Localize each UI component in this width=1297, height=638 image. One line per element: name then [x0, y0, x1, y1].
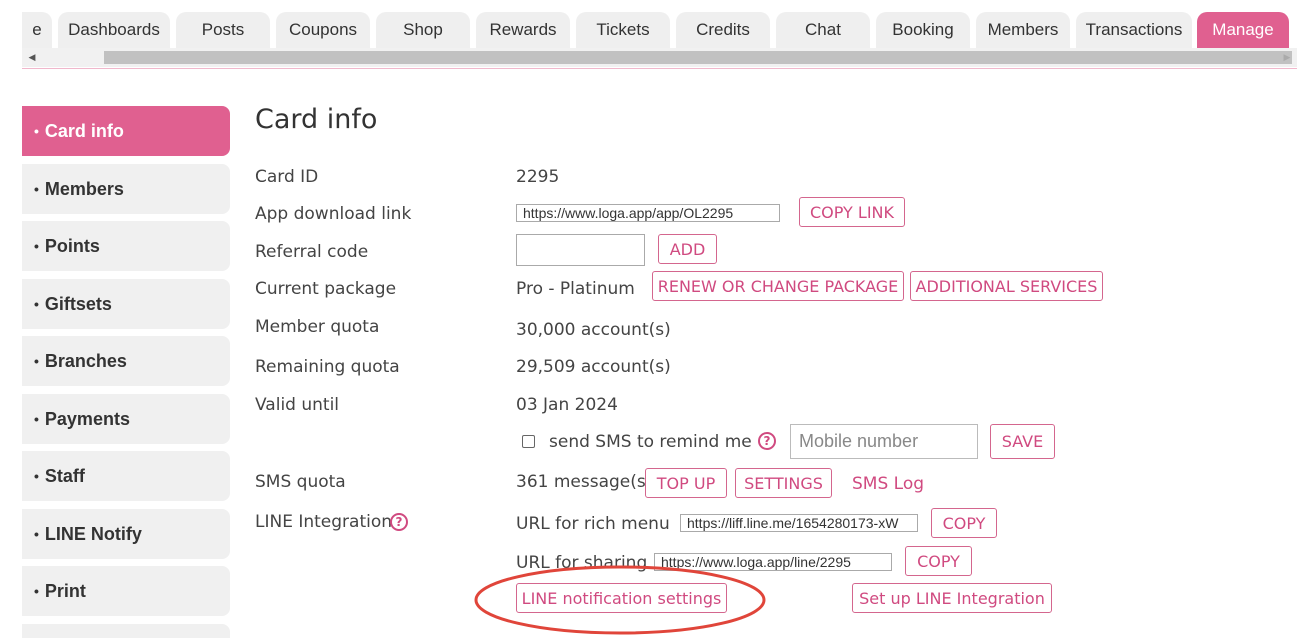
valid-until-label: Valid until [255, 395, 340, 415]
sidebar-item-label: Print [44, 580, 86, 601]
line-notification-settings-button[interactable]: LINE notification settings [516, 583, 727, 613]
sidebar-item-label: Staff [44, 465, 85, 486]
sidebar-item-label: Payments [44, 408, 130, 429]
package-value: Pro - Platinum [516, 279, 635, 299]
sidebar-item-print[interactable]: • Print [22, 566, 230, 616]
tab-coupons[interactable]: Coupons [276, 12, 370, 48]
sidebar-item-label: Branches [44, 350, 127, 371]
setup-line-integration-button[interactable]: Set up LINE Integration [852, 583, 1052, 613]
bullet-icon: • [34, 411, 39, 427]
sidebar-item-members[interactable]: • Members [22, 164, 230, 214]
tab-booking[interactable]: Booking [876, 12, 970, 48]
sidebar-item-card-info[interactable]: • Card info [22, 106, 230, 156]
line-integration-label: LINE Integration [255, 512, 393, 532]
tab-chat[interactable]: Chat [776, 12, 870, 48]
save-button[interactable]: SAVE [990, 424, 1055, 459]
referral-label: Referral code [255, 242, 369, 262]
card-id-value: 2295 [516, 167, 560, 187]
additional-services-button[interactable]: ADDITIONAL SERVICES [910, 271, 1103, 301]
remaining-quota-value: 29,509 account(s) [516, 357, 671, 377]
bullet-icon: • [34, 296, 39, 312]
tab-posts[interactable]: Posts [176, 12, 270, 48]
page-title: Card info [255, 104, 378, 135]
sidebar-item-line-notify[interactable]: • LINE Notify [22, 509, 230, 559]
bullet-icon: • [34, 181, 39, 197]
sidebar-item-staff[interactable]: • Staff [22, 451, 230, 501]
sidebar-item-label: Giftsets [44, 293, 112, 314]
copy-link-button[interactable]: COPY LINK [799, 197, 905, 227]
sidebar-item-label: Members [44, 178, 124, 199]
sidebar-item-label: Points [44, 235, 100, 256]
sidebar-item-giftsets[interactable]: • Giftsets [22, 279, 230, 329]
card-id-label: Card ID [255, 167, 319, 187]
referral-code-input[interactable] [516, 234, 645, 266]
bullet-icon: • [34, 583, 39, 599]
tab-scrollbar[interactable]: ◀ ▶ [22, 48, 1297, 67]
copy-sharing-button[interactable]: COPY [905, 546, 972, 576]
scroll-left-icon[interactable]: ◀ [22, 48, 42, 67]
valid-until-value: 03 Jan 2024 [516, 395, 618, 415]
package-label: Current package [255, 279, 397, 299]
tab-shop[interactable]: Shop [376, 12, 470, 48]
top-up-button[interactable]: TOP UP [645, 468, 727, 498]
sidebar-item-label: Card info [44, 120, 124, 141]
renew-package-button[interactable]: RENEW OR CHANGE PACKAGE [652, 271, 904, 301]
sms-remind-label: send SMS to remind me [549, 432, 752, 452]
app-link-field[interactable]: https://www.loga.app/app/OL2295 [516, 204, 780, 222]
sms-quota-label: SMS quota [255, 472, 346, 492]
member-quota-label: Member quota [255, 317, 380, 337]
app-link-label: App download link [255, 204, 412, 224]
sidebar-item-partial[interactable] [22, 624, 230, 638]
remaining-quota-label: Remaining quota [255, 357, 400, 377]
bullet-icon: • [34, 526, 39, 542]
rich-menu-url-field[interactable]: https://liff.line.me/1654280173-xW [680, 514, 918, 532]
sidebar-item-branches[interactable]: • Branches [22, 336, 230, 386]
copy-rich-menu-button[interactable]: COPY [931, 508, 997, 538]
bullet-icon: • [34, 238, 39, 254]
sms-remind-checkbox[interactable] [522, 435, 535, 448]
sidebar-item-points[interactable]: • Points [22, 221, 230, 271]
bullet-icon: • [34, 123, 39, 139]
scroll-right-icon[interactable]: ▶ [1277, 48, 1297, 67]
sidebar-item-label: LINE Notify [44, 523, 142, 544]
tab-underline [22, 68, 1297, 69]
bullet-icon: • [34, 353, 39, 369]
scroll-thumb[interactable] [104, 51, 1292, 64]
member-quota-value: 30,000 account(s) [516, 320, 671, 340]
bullet-icon: • [34, 468, 39, 484]
tab-partial[interactable]: e [22, 12, 52, 48]
sms-settings-button[interactable]: SETTINGS [735, 468, 832, 498]
tab-credits[interactable]: Credits [676, 12, 770, 48]
mobile-number-input[interactable] [790, 424, 978, 459]
tab-tickets[interactable]: Tickets [576, 12, 670, 48]
tab-transactions[interactable]: Transactions [1076, 12, 1192, 48]
sms-log-link[interactable]: SMS Log [852, 474, 924, 494]
tab-rewards[interactable]: Rewards [476, 12, 570, 48]
sharing-label: URL for sharing [516, 553, 648, 573]
tab-manage[interactable]: Manage [1197, 12, 1289, 48]
sharing-url-field[interactable]: https://www.loga.app/line/2295 [654, 553, 892, 571]
add-referral-button[interactable]: ADD [658, 234, 717, 264]
sidebar-item-payments[interactable]: • Payments [22, 394, 230, 444]
rich-menu-label: URL for rich menu [516, 514, 670, 534]
tab-dashboards[interactable]: Dashboards [58, 12, 170, 48]
sms-quota-value: 361 message(s) [516, 472, 653, 492]
tab-members[interactable]: Members [976, 12, 1070, 48]
sms-help-icon[interactable]: ? [758, 432, 776, 450]
line-help-icon[interactable]: ? [390, 513, 408, 531]
